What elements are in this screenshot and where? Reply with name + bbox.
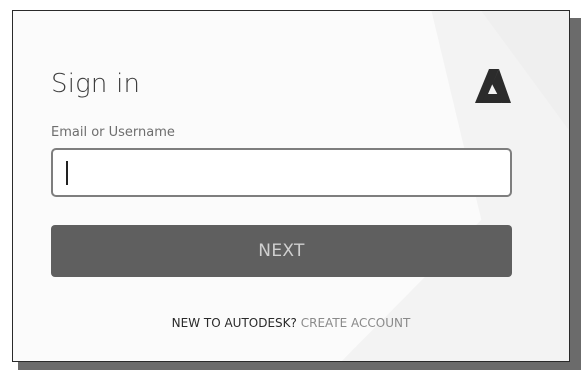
next-button[interactable]: NEXT xyxy=(51,225,512,277)
signin-card: Sign in Email or Username NEXT NEW TO AU… xyxy=(12,10,570,362)
autodesk-logo-icon xyxy=(475,69,511,103)
email-username-input[interactable] xyxy=(51,148,512,197)
create-account-link[interactable]: CREATE ACCOUNT xyxy=(301,316,411,330)
text-caret xyxy=(66,161,68,185)
new-to-autodesk-text: NEW TO AUTODESK? xyxy=(171,316,297,330)
page-title: Sign in xyxy=(51,69,141,99)
email-label: Email or Username xyxy=(51,125,175,140)
signup-footer: NEW TO AUTODESK? CREATE ACCOUNT xyxy=(13,316,569,330)
